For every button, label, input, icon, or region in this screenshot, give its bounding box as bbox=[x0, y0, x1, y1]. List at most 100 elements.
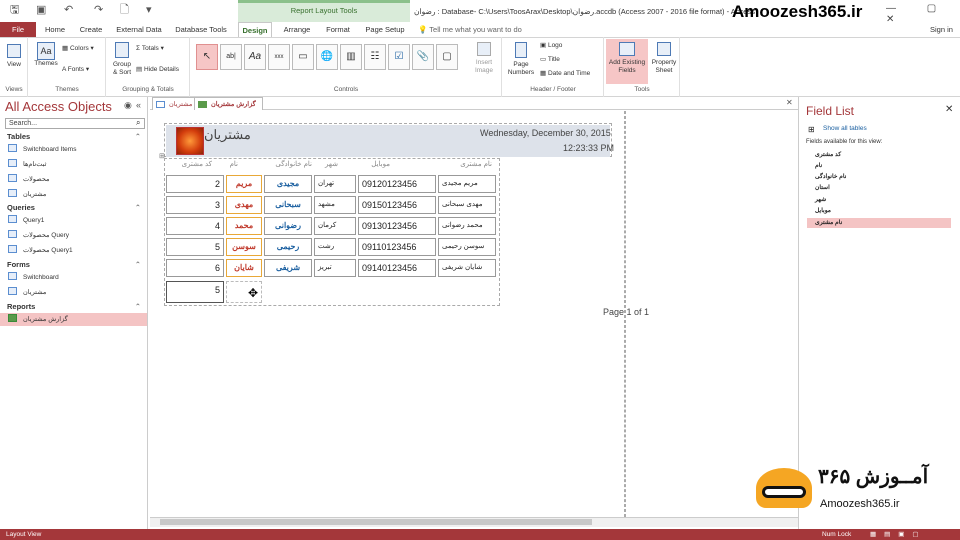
field-item[interactable]: نام مشتری bbox=[815, 219, 842, 226]
field-item[interactable]: نام خانوادگی bbox=[815, 173, 846, 180]
add-existing-fields-button[interactable]: Add Existing Fields bbox=[606, 39, 648, 84]
tab-format[interactable]: Format bbox=[320, 22, 356, 37]
page-numbers-button[interactable]: Page Numbers bbox=[505, 42, 537, 77]
column-header[interactable]: موبایل bbox=[360, 160, 390, 168]
hyperlink-control-icon[interactable]: 🌐 bbox=[316, 44, 338, 70]
cell-customer-id[interactable]: 4 bbox=[166, 217, 224, 235]
save-icon[interactable]: 🖫 bbox=[10, 3, 19, 17]
cell-city[interactable]: کرمان bbox=[314, 217, 356, 235]
column-header[interactable]: نام bbox=[226, 160, 238, 168]
cell-last-name[interactable]: مجیدی bbox=[264, 175, 312, 193]
nav-item-form[interactable]: Switchboard bbox=[8, 271, 59, 285]
close-document-icon[interactable]: ✕ bbox=[786, 98, 793, 107]
group-sort-button[interactable]: Group & Sort bbox=[110, 42, 134, 77]
cell-customer-id[interactable]: 3 bbox=[166, 196, 224, 214]
nav-item-table[interactable]: محصولات bbox=[8, 173, 50, 187]
scrollbar-thumb[interactable] bbox=[160, 519, 592, 525]
form-view-icon[interactable]: ▣ bbox=[36, 3, 46, 17]
field-item[interactable]: موبایل bbox=[815, 207, 831, 214]
search-icon[interactable]: ⌕ bbox=[136, 118, 140, 128]
cell-customer-id[interactable]: 2 bbox=[166, 175, 224, 193]
hide-details-button[interactable]: ▤ Hide Details bbox=[136, 66, 179, 74]
image-control-icon[interactable]: ▢ bbox=[436, 44, 458, 70]
tell-me-box[interactable]: 💡 Tell me what you want to do bbox=[418, 22, 522, 37]
field-item[interactable]: شهر bbox=[815, 196, 826, 203]
nav-search-input[interactable]: Search... bbox=[5, 118, 145, 129]
nav-item-table[interactable]: ثبت‌نام‌ها bbox=[8, 158, 46, 172]
nav-item-query[interactable]: محصولات Query1 bbox=[8, 244, 73, 258]
report-title[interactable]: مشتریان bbox=[204, 127, 251, 143]
tab-create[interactable]: Create bbox=[74, 22, 108, 37]
close-icon[interactable]: ✕ bbox=[945, 104, 953, 115]
insert-image-button[interactable]: Insert Image bbox=[470, 42, 498, 75]
cell-customer-id[interactable]: 5 bbox=[166, 238, 224, 256]
cell-first-name[interactable]: مریم bbox=[226, 175, 262, 193]
qat-customize-icon[interactable]: ▾ bbox=[146, 3, 152, 17]
undo-icon[interactable]: ↶ bbox=[64, 3, 73, 17]
new-file-icon[interactable]: 🗋 bbox=[120, 3, 129, 17]
nav-item-query[interactable]: محصولات Query bbox=[8, 229, 69, 243]
textbox-control-icon[interactable]: ab| bbox=[220, 44, 242, 70]
button-control-icon[interactable]: xxx bbox=[268, 44, 290, 70]
doc-tab-customers-report[interactable]: گزارش مشتریان bbox=[194, 97, 263, 110]
field-item[interactable]: کد مشتری bbox=[815, 151, 841, 158]
cell-mobile[interactable]: 09150123456 bbox=[358, 196, 436, 214]
cell-full-name[interactable]: شایان شریفی bbox=[438, 259, 496, 277]
column-header[interactable]: کد مشتری bbox=[170, 160, 212, 168]
cell-city[interactable]: تهران bbox=[314, 175, 356, 193]
nav-section-tables[interactable]: Tables ⌃ bbox=[0, 131, 147, 143]
view-button[interactable]: View bbox=[4, 44, 24, 69]
redo-icon[interactable]: ↷ bbox=[94, 3, 103, 17]
property-sheet-button[interactable]: Property Sheet bbox=[650, 42, 678, 75]
fonts-button[interactable]: A Fonts ▾ bbox=[62, 66, 89, 74]
label-control-icon[interactable]: Aa bbox=[244, 44, 266, 70]
cell-customer-id[interactable]: 6 bbox=[166, 259, 224, 277]
nav-section-reports[interactable]: Reports ⌃ bbox=[0, 301, 147, 313]
doc-tab-customers-form[interactable]: مشتریان bbox=[152, 97, 200, 110]
report-logo[interactable] bbox=[176, 127, 204, 155]
cell-last-name[interactable]: شریفی bbox=[264, 259, 312, 277]
cell-full-name[interactable]: محمد رضوانی bbox=[438, 217, 496, 235]
tab-database-tools[interactable]: Database Tools bbox=[170, 22, 232, 37]
column-header[interactable]: نام مشتری bbox=[440, 160, 492, 168]
cell-city[interactable]: تبریز bbox=[314, 259, 356, 277]
cell-first-name[interactable]: محمد bbox=[226, 217, 262, 235]
tab-arrange[interactable]: Arrange bbox=[280, 22, 314, 37]
cell-city[interactable]: مشهد bbox=[314, 196, 356, 214]
nav-item-report[interactable]: گزارش مشتریان bbox=[8, 313, 68, 327]
view-switch-icons[interactable]: ▦▤▣▢ bbox=[870, 529, 927, 540]
attachment-control-icon[interactable]: 📎 bbox=[412, 44, 434, 70]
select-pointer-icon[interactable]: ↖ bbox=[196, 44, 218, 70]
nav-menu-icon[interactable]: ◉ bbox=[124, 100, 132, 111]
checkbox-control-icon[interactable]: ☑ bbox=[388, 44, 410, 70]
cell-mobile[interactable]: 09110123456 bbox=[358, 238, 436, 256]
cell-first-name[interactable]: شایان bbox=[226, 259, 262, 277]
cell-mobile[interactable]: 09140123456 bbox=[358, 259, 436, 277]
themes-button[interactable]: Aa Themes bbox=[32, 42, 60, 68]
cell-mobile[interactable]: 09130123456 bbox=[358, 217, 436, 235]
report-date[interactable]: Wednesday, December 30, 2015 bbox=[480, 128, 611, 138]
totals-button[interactable]: Σ Totals ▾ bbox=[136, 45, 164, 53]
cell-full-name[interactable]: مریم مجیدی bbox=[438, 175, 496, 193]
tab-external-data[interactable]: External Data bbox=[112, 22, 166, 37]
date-time-button[interactable]: ▦ Date and Time bbox=[540, 70, 590, 78]
tab-file[interactable]: File bbox=[0, 22, 36, 37]
combo-control-icon[interactable]: ☷ bbox=[364, 44, 386, 70]
nav-collapse-icon[interactable]: « bbox=[136, 100, 141, 110]
cell-full-name[interactable]: مهدی سبحانی bbox=[438, 196, 496, 214]
field-item[interactable]: استان bbox=[815, 184, 830, 191]
cell-last-name[interactable]: سبحانی bbox=[264, 196, 312, 214]
count-total-cell[interactable]: 5 bbox=[166, 281, 224, 303]
nav-section-forms[interactable]: Forms ⌃ bbox=[0, 259, 147, 271]
cell-first-name[interactable]: مهدی bbox=[226, 196, 262, 214]
nav-item-form[interactable]: مشتریان bbox=[8, 286, 46, 300]
nav-title[interactable]: All Access Objects bbox=[5, 99, 112, 114]
field-item[interactable]: نام bbox=[815, 162, 822, 169]
tab-control-icon[interactable]: ▭ bbox=[292, 44, 314, 70]
cell-last-name[interactable]: رحیمی bbox=[264, 238, 312, 256]
tab-page-setup[interactable]: Page Setup bbox=[362, 22, 408, 37]
cell-last-name[interactable]: رضوانی bbox=[264, 217, 312, 235]
nav-section-queries[interactable]: Queries ⌃ bbox=[0, 202, 147, 214]
report-time[interactable]: 12:23:33 PM bbox=[563, 143, 614, 153]
sign-in-link[interactable]: Sign in bbox=[930, 22, 953, 37]
